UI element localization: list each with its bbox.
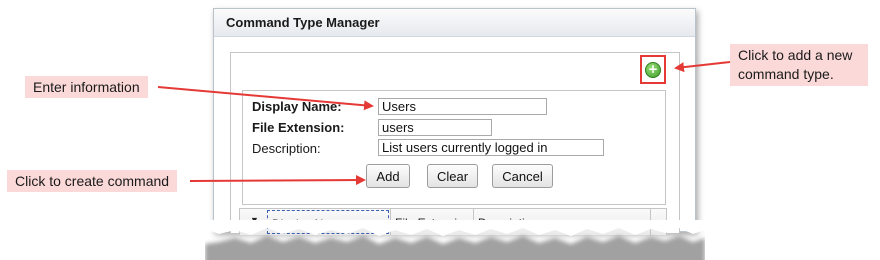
arrow-enter-information [157, 86, 374, 111]
arrow-create-command [189, 175, 366, 186]
callout-arrows [157, 61, 731, 186]
arrow-add-new-type [674, 61, 731, 73]
